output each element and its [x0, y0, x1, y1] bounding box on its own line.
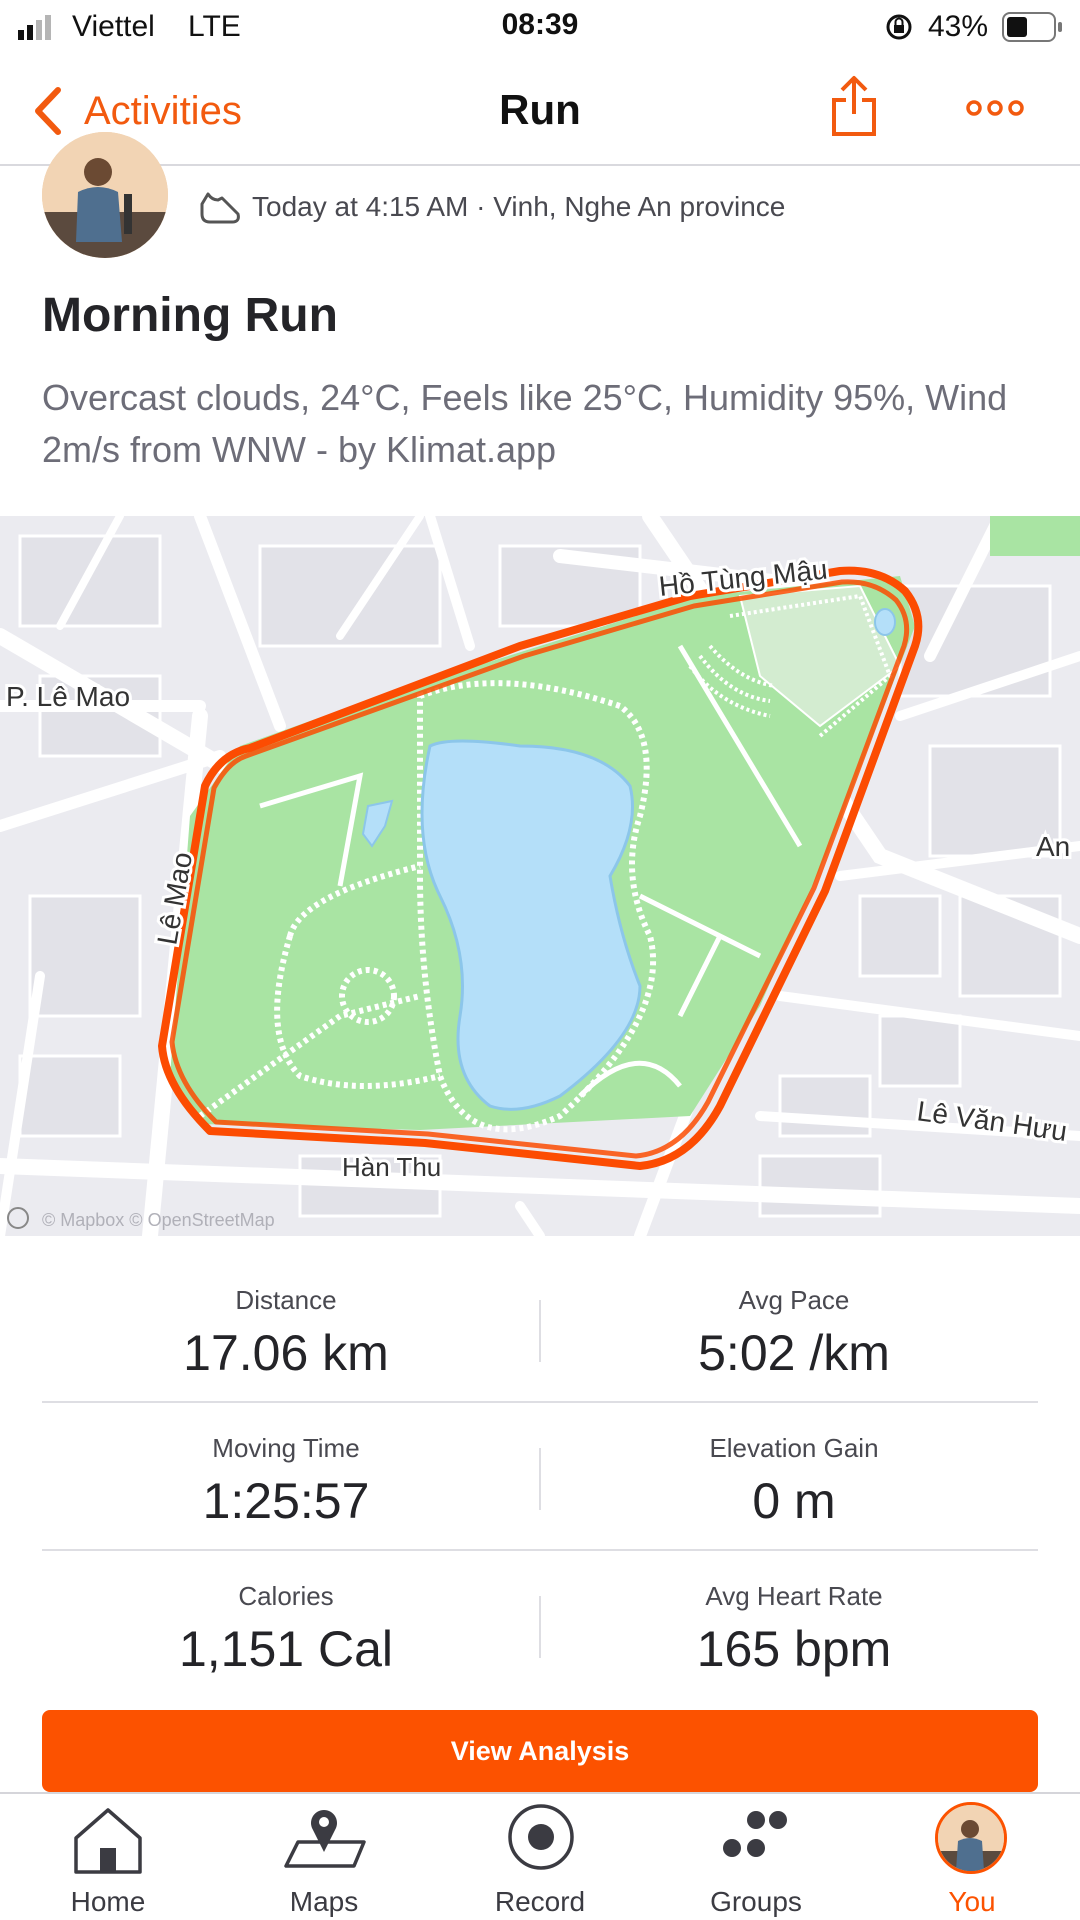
battery-icon: [1002, 12, 1062, 42]
map-attribution: © Mapbox © OpenStreetMap: [42, 1210, 275, 1230]
tab-groups[interactable]: Groups: [648, 1794, 864, 1920]
status-bar: Viettel LTE 08:39 43%: [0, 0, 1080, 56]
activity-meta: Today at 4:15 AM · Vinh, Nghe An provinc…: [252, 191, 786, 222]
map-label-p-le-mao: P. Lê Mao: [6, 681, 130, 712]
stat-value-avg-pace: 5:02 /km: [698, 1325, 890, 1381]
tab-record[interactable]: Record: [432, 1794, 648, 1920]
tab-home[interactable]: Home: [0, 1794, 216, 1920]
map-label-han-thu: Hàn Thu: [342, 1152, 441, 1182]
page-title: Run: [499, 86, 581, 133]
tab-maps[interactable]: Maps: [216, 1794, 432, 1920]
athlete-avatar[interactable]: [42, 132, 168, 258]
home-icon: [74, 1808, 142, 1874]
activity-description: Overcast clouds, 24°C, Feels like 25°C, …: [42, 377, 1008, 470]
stat-label-elevation-gain: Elevation Gain: [709, 1433, 879, 1463]
divider: [539, 1448, 541, 1510]
tab-label: Maps: [289, 1886, 359, 1917]
share-icon[interactable]: [828, 74, 880, 138]
stat-value-avg-heart-rate: 165 bpm: [696, 1621, 892, 1677]
stat-label-calories: Calories: [238, 1581, 334, 1611]
clock: 08:39: [501, 8, 579, 41]
view-analysis-button[interactable]: View Analysis: [42, 1710, 1038, 1792]
more-icon[interactable]: [964, 94, 1026, 122]
stat-label-distance: Distance: [235, 1285, 337, 1315]
route-map[interactable]: P. Lê Mao Hồ Tùng Mậu Lê Mao An Lê Văn H…: [0, 516, 1080, 1236]
tab-you[interactable]: You: [864, 1794, 1080, 1920]
stat-value-moving-time: 1:25:57: [202, 1473, 370, 1529]
divider: [42, 1401, 1038, 1403]
stat-label-avg-pace: Avg Pace: [738, 1285, 850, 1315]
groups-icon: [723, 1811, 787, 1857]
divider: [42, 1549, 1038, 1551]
maps-icon: [284, 1810, 366, 1868]
activity-title: Morning Run: [42, 289, 338, 342]
stat-label-moving-time: Moving Time: [212, 1433, 360, 1463]
stat-value-distance: 17.06 km: [183, 1325, 389, 1381]
record-icon: [508, 1804, 574, 1870]
stat-value-elevation-gain: 0 m: [752, 1473, 836, 1529]
tab-label: Record: [494, 1886, 586, 1917]
tab-label: You: [948, 1886, 996, 1917]
rotation-lock-icon: [886, 14, 912, 40]
map-label-an: An: [1036, 831, 1070, 862]
nav-bar: Activities Run: [0, 56, 1080, 166]
shoe-icon: [200, 192, 240, 224]
tab-bar: Home Maps Record Groups You: [0, 1792, 1080, 1920]
tab-label: Groups: [710, 1886, 802, 1917]
tab-label: Home: [70, 1886, 146, 1917]
battery-percent: 43%: [928, 10, 989, 43]
stat-label-avg-heart-rate: Avg Heart Rate: [705, 1581, 883, 1611]
stat-value-calories: 1,151 Cal: [178, 1621, 394, 1677]
divider: [539, 1596, 541, 1658]
divider: [539, 1300, 541, 1362]
avatar: [935, 1802, 1007, 1874]
